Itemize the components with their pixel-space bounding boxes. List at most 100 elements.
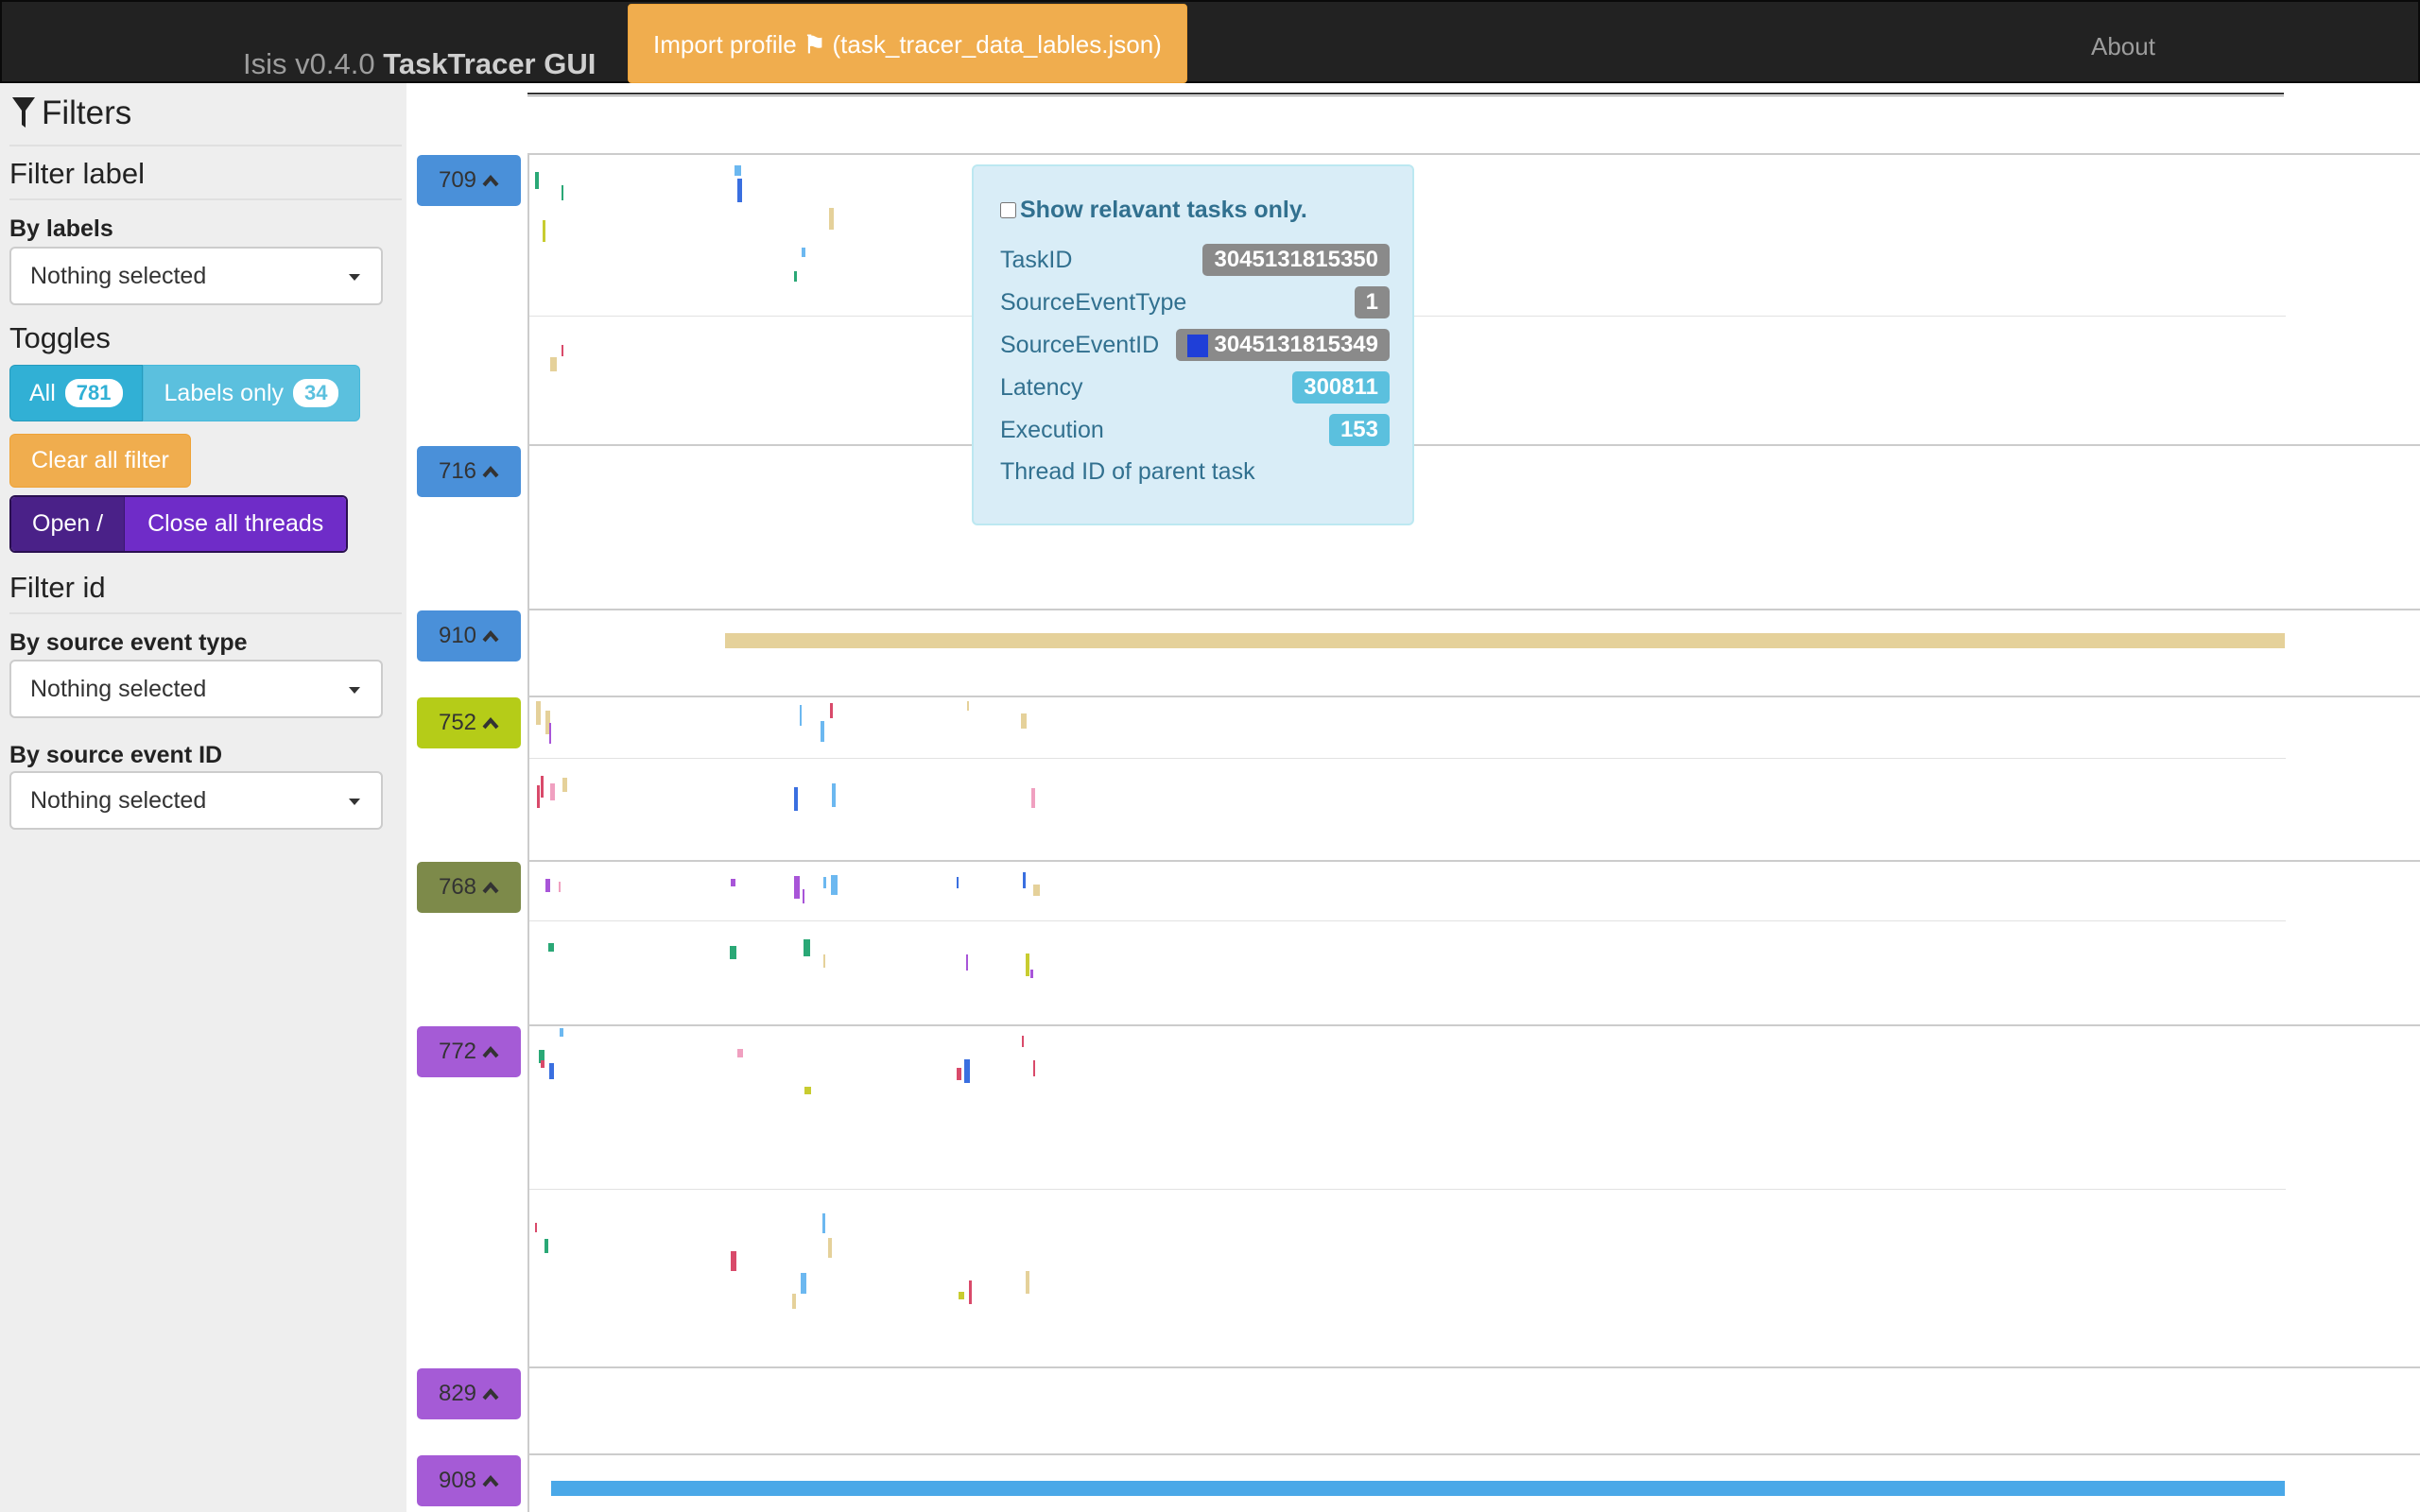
thread-toggle-752[interactable]: 752 bbox=[417, 697, 521, 748]
task-tick[interactable] bbox=[1026, 1271, 1029, 1294]
about-link[interactable]: About bbox=[2091, 32, 2155, 61]
filter-label-heading: Filter label bbox=[9, 157, 145, 190]
task-tick[interactable] bbox=[829, 208, 834, 230]
task-tick[interactable] bbox=[549, 1063, 554, 1079]
task-tick[interactable] bbox=[823, 877, 826, 888]
task-tick[interactable] bbox=[730, 946, 736, 959]
task-tick[interactable] bbox=[559, 882, 561, 892]
source-event-id-select[interactable]: Nothing selected bbox=[9, 771, 383, 830]
relevant-tasks-checkbox[interactable] bbox=[1000, 202, 1016, 218]
task-tick[interactable] bbox=[957, 1068, 961, 1080]
task-tick[interactable] bbox=[731, 1251, 736, 1271]
open-close-group: Open / Close all threads bbox=[9, 495, 349, 553]
task-tick[interactable] bbox=[821, 721, 824, 742]
task-tick[interactable] bbox=[737, 179, 742, 202]
task-tick[interactable] bbox=[562, 185, 563, 200]
thread-toggle-709[interactable]: 709 bbox=[417, 155, 521, 206]
task-tick[interactable] bbox=[804, 1087, 811, 1094]
task-tick[interactable] bbox=[535, 1223, 537, 1232]
source-event-id-value: 3045131815349 bbox=[1214, 332, 1378, 357]
task-tick[interactable] bbox=[544, 1239, 548, 1253]
task-tick[interactable] bbox=[1022, 1036, 1024, 1047]
relevant-tasks-checkbox-row: Show relavant tasks only. bbox=[1000, 197, 1307, 224]
task-tick[interactable] bbox=[541, 1060, 544, 1068]
task-tick[interactable] bbox=[801, 1273, 806, 1294]
thread-toggle-910[interactable]: 910 bbox=[417, 610, 521, 662]
task-tick[interactable] bbox=[794, 271, 797, 282]
task-tick[interactable] bbox=[562, 778, 567, 792]
task-tick[interactable] bbox=[560, 1028, 563, 1037]
task-tick[interactable] bbox=[543, 220, 545, 242]
task-tick[interactable] bbox=[545, 879, 550, 892]
toggle-all-button[interactable]: All 781 bbox=[9, 365, 143, 421]
thread-toggle-772[interactable]: 772 bbox=[417, 1026, 521, 1077]
task-tick[interactable] bbox=[800, 705, 802, 726]
task-tick[interactable] bbox=[535, 172, 539, 189]
task-tick[interactable] bbox=[537, 785, 540, 808]
task-tick[interactable] bbox=[1021, 713, 1027, 729]
task-tick[interactable] bbox=[1033, 885, 1040, 896]
task-tick[interactable] bbox=[1023, 872, 1026, 888]
task-tick[interactable] bbox=[804, 939, 810, 956]
by-labels-label: By labels bbox=[9, 215, 113, 242]
task-tick[interactable] bbox=[969, 1280, 972, 1304]
row-separator bbox=[529, 920, 2286, 921]
task-tick[interactable] bbox=[967, 701, 969, 711]
labels-select[interactable]: Nothing selected bbox=[9, 247, 383, 305]
task-id-value: 3045131815350 bbox=[1202, 244, 1390, 276]
task-tick[interactable] bbox=[828, 1238, 832, 1258]
task-tick[interactable] bbox=[823, 954, 825, 968]
clear-all-filter-button[interactable]: Clear all filter bbox=[9, 434, 191, 488]
all-count-badge: 781 bbox=[64, 379, 123, 407]
open-all-threads-button[interactable]: Open / bbox=[11, 497, 125, 551]
task-tick[interactable] bbox=[548, 943, 554, 952]
task-tick[interactable] bbox=[1033, 1060, 1035, 1076]
task-tick[interactable] bbox=[831, 875, 838, 895]
task-tick[interactable] bbox=[731, 879, 735, 886]
source-event-type-select[interactable]: Nothing selected bbox=[9, 660, 383, 718]
task-tick[interactable] bbox=[803, 889, 804, 903]
task-tick[interactable] bbox=[737, 1049, 743, 1057]
time-axis bbox=[527, 93, 2284, 96]
thread-toggle-908[interactable]: 908 bbox=[417, 1455, 521, 1506]
task-tick[interactable] bbox=[959, 1292, 964, 1299]
thread-id-label: 829 bbox=[438, 1381, 477, 1406]
thread-toggle-768[interactable]: 768 bbox=[417, 862, 521, 913]
task-bar-908[interactable] bbox=[551, 1481, 2285, 1496]
thread-toggle-716[interactable]: 716 bbox=[417, 446, 521, 497]
task-bar-910[interactable] bbox=[725, 633, 2285, 648]
task-tick[interactable] bbox=[550, 783, 555, 800]
task-tick[interactable] bbox=[550, 357, 557, 371]
thread-toggle-829[interactable]: 829 bbox=[417, 1368, 521, 1419]
task-tick[interactable] bbox=[964, 1059, 970, 1083]
task-tick[interactable] bbox=[830, 703, 833, 718]
task-tick[interactable] bbox=[792, 1294, 796, 1309]
task-tick[interactable] bbox=[549, 723, 551, 744]
filters-title: Filters bbox=[11, 94, 131, 132]
thread-row-716 bbox=[527, 444, 2420, 610]
task-tick[interactable] bbox=[536, 701, 541, 725]
task-tick[interactable] bbox=[794, 876, 800, 899]
task-tick[interactable] bbox=[794, 787, 798, 811]
task-tick[interactable] bbox=[541, 776, 544, 798]
divider bbox=[9, 198, 402, 200]
caret-down-icon bbox=[349, 799, 360, 805]
thread-row-772 bbox=[527, 1024, 2420, 1368]
close-all-threads-button[interactable]: Close all threads bbox=[124, 497, 347, 551]
brand-name: TaskTracer GUI bbox=[383, 47, 596, 80]
toggle-labels-only-button[interactable]: Labels only 34 bbox=[142, 365, 361, 421]
task-tick[interactable] bbox=[832, 783, 836, 807]
task-tick[interactable] bbox=[957, 877, 959, 888]
task-tick[interactable] bbox=[966, 954, 968, 971]
task-tick[interactable] bbox=[802, 248, 805, 257]
source-event-type-label: SourceEventType bbox=[1000, 288, 1187, 316]
task-tick[interactable] bbox=[822, 1213, 825, 1233]
task-tick[interactable] bbox=[1030, 970, 1033, 978]
task-tick[interactable] bbox=[735, 165, 741, 176]
chevron-up-icon bbox=[482, 1045, 499, 1058]
toggle-all-label: All bbox=[29, 379, 56, 406]
import-profile-button[interactable]: Import profile ⚑ (task_tracer_data_lable… bbox=[628, 4, 1187, 83]
task-tick[interactable] bbox=[562, 345, 563, 356]
task-tick[interactable] bbox=[1026, 954, 1029, 976]
task-tick[interactable] bbox=[1031, 788, 1035, 808]
